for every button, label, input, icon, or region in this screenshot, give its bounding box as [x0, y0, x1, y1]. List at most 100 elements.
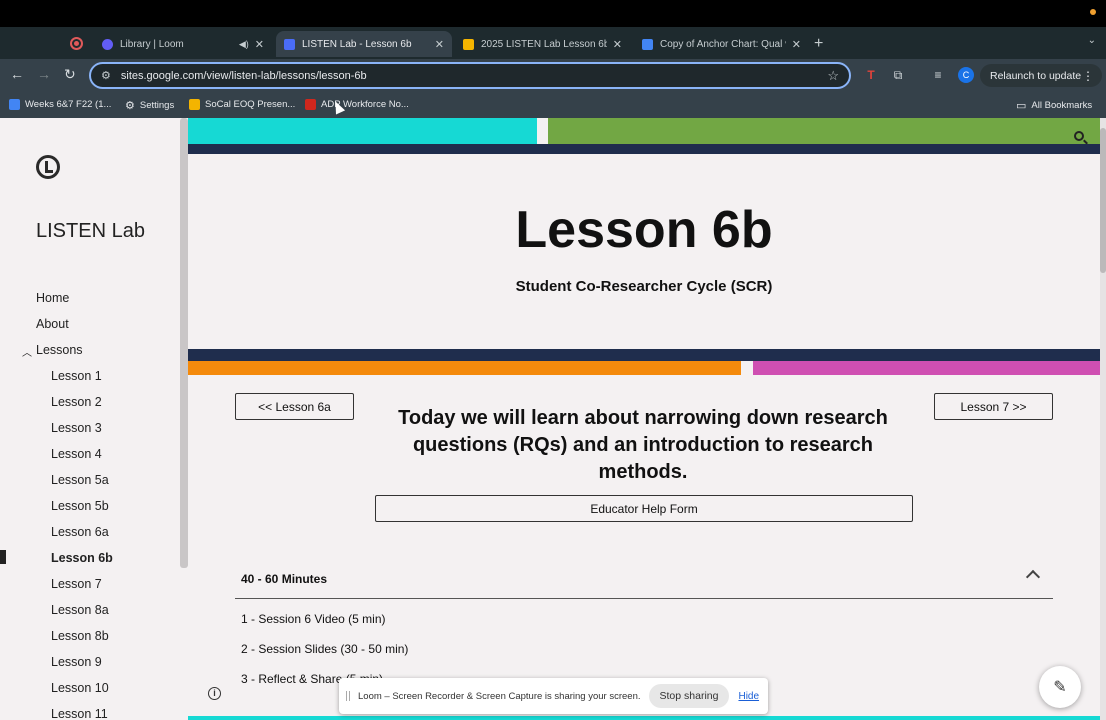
close-tab-icon[interactable]: ✕ [613, 38, 622, 51]
collapse-chevron-icon[interactable]: ︿ [22, 344, 32, 359]
tab-anchor-chart[interactable]: Copy of Anchor Chart: Qual v ✕ [634, 31, 809, 57]
extension-icon[interactable]: T [864, 68, 878, 82]
slides-icon [189, 99, 200, 110]
speaker-icon[interactable]: ◀) [239, 39, 249, 50]
sidebar-item-lesson-8a[interactable]: Lesson 8a [51, 603, 109, 617]
accordion-heading[interactable]: 40 - 60 Minutes [241, 572, 327, 586]
tab-title: 2025 LISTEN Lab Lesson 6b [481, 38, 607, 50]
bookmarks-bar: Weeks 6&7 F22 (1... ⚙ Settings SoCal EOQ… [0, 93, 1106, 118]
sidebar-item-lesson-7[interactable]: Lesson 7 [51, 577, 102, 591]
bookmark-socal[interactable]: SoCal EOQ Presen... [189, 99, 295, 110]
close-tab-icon[interactable]: ✕ [792, 38, 801, 51]
gear-icon: ⚙ [125, 100, 135, 112]
sidebar-item-lesson-3[interactable]: Lesson 3 [51, 421, 102, 435]
search-icon[interactable] [1074, 131, 1084, 141]
sidebar-item-home[interactable]: Home [36, 291, 69, 305]
page-title: Lesson 6b [515, 201, 773, 259]
all-bookmarks-label: All Bookmarks [1031, 100, 1093, 111]
divider-band-navy [188, 349, 1100, 361]
all-bookmarks[interactable]: ▭ All Bookmarks [1016, 99, 1092, 112]
url-text[interactable]: sites.google.com/view/listen-lab/lessons… [121, 70, 367, 82]
header-band-green [548, 118, 1100, 144]
hide-link[interactable]: Hide [738, 691, 759, 702]
educator-help-form-button[interactable]: Educator Help Form [375, 495, 913, 522]
info-icon[interactable]: i [208, 687, 221, 700]
sidebar-item-lesson-2[interactable]: Lesson 2 [51, 395, 102, 409]
more-menu-icon[interactable]: ⋮ [1082, 69, 1094, 83]
google-sites-icon [284, 38, 295, 50]
sidebar-item-about[interactable]: About [36, 317, 69, 331]
docs-icon [9, 99, 20, 110]
google-slides-icon [463, 38, 474, 50]
accordion-divider [235, 598, 1053, 599]
chevron-up-icon[interactable] [1025, 569, 1041, 585]
page-scrollbar[interactable] [1100, 118, 1106, 720]
lesson-intro-text: Today we will learn about narrowing down… [398, 407, 888, 483]
browser-toolbar: ← → ↻ ⚙ sites.google.com/view/listen-lab… [0, 59, 1106, 93]
stop-sharing-button[interactable]: Stop sharing [648, 684, 730, 708]
extensions-puzzle-icon[interactable]: ⧉ [891, 68, 905, 82]
bookmark-label: SoCal EOQ Presen... [205, 99, 296, 110]
sidebar-item-lesson-6b[interactable]: Lesson 6b [51, 551, 113, 565]
edit-pencil-icon[interactable]: ✎ [1039, 666, 1081, 708]
tab-title: Copy of Anchor Chart: Qual v [660, 38, 786, 50]
bookmark-star-icon[interactable]: ☆ [827, 68, 839, 84]
recording-indicator-dot [1090, 9, 1096, 15]
sidebar-item-lesson-5b[interactable]: Lesson 5b [51, 499, 109, 513]
bookmark-label: Weeks 6&7 F22 (1... [25, 99, 112, 110]
close-tab-icon[interactable]: ✕ [255, 38, 264, 51]
header-band-teal [188, 118, 537, 144]
share-message: Loom – Screen Recorder & Screen Capture … [358, 690, 641, 702]
sidebar-item-lesson-1[interactable]: Lesson 1 [51, 369, 102, 383]
site-sidebar: LISTEN Lab Home About ︿ Lessons Lesson 1… [0, 118, 188, 720]
sidebar-item-lesson-6a[interactable]: Lesson 6a [51, 525, 109, 539]
web-page: LISTEN Lab Home About ︿ Lessons Lesson 1… [0, 118, 1106, 720]
close-tab-icon[interactable]: ✕ [435, 38, 444, 51]
relaunch-button[interactable]: Relaunch to update ⋮ [980, 64, 1102, 87]
adp-icon [305, 99, 316, 110]
sidebar-item-lesson-9[interactable]: Lesson 9 [51, 655, 102, 669]
macos-menu-bar [0, 0, 1106, 27]
reload-icon[interactable]: ↻ [64, 66, 76, 83]
screen: Library | Loom ◀) ✕ LISTEN Lab - Lesson … [0, 0, 1106, 720]
sidebar-item-lesson-4[interactable]: Lesson 4 [51, 447, 102, 461]
screen-share-notification: Loom – Screen Recorder & Screen Capture … [339, 678, 768, 714]
main-content: Lesson 6b Student Co-Researcher Cycle (S… [188, 118, 1100, 720]
tab-2025-listen-lab[interactable]: 2025 LISTEN Lab Lesson 6b ✕ [455, 31, 630, 57]
bookmark-weeks[interactable]: Weeks 6&7 F22 (1... [9, 99, 111, 110]
tab-title: LISTEN Lab - Lesson 6b [302, 38, 412, 50]
forward-icon[interactable]: → [37, 66, 51, 82]
sidebar-item-lesson-5a[interactable]: Lesson 5a [51, 473, 109, 487]
tab-library-loom[interactable]: Library | Loom ◀) ✕ [94, 31, 272, 57]
folder-icon: ▭ [1016, 100, 1027, 112]
sidebar-item-lesson-10[interactable]: Lesson 10 [51, 681, 109, 695]
site-info-icon[interactable]: ⚙ [101, 69, 111, 82]
media-control-icon[interactable]: ≡ [931, 68, 945, 82]
sidebar-item-lesson-8b[interactable]: Lesson 8b [51, 629, 109, 643]
tab-listen-lab-lesson-6b[interactable]: LISTEN Lab - Lesson 6b ✕ [276, 31, 452, 57]
drag-handle-icon[interactable] [346, 691, 350, 701]
bookmark-label: Settings [139, 100, 175, 111]
tab-title: Library | Loom [120, 38, 184, 50]
prev-lesson-button[interactable]: << Lesson 6a [235, 393, 354, 420]
back-icon[interactable]: ← [10, 66, 24, 82]
scrollbar-thumb[interactable] [1100, 128, 1106, 273]
bookmark-settings[interactable]: ⚙ Settings [125, 99, 174, 112]
new-tab-icon[interactable]: + [814, 35, 823, 53]
next-lesson-button[interactable]: Lesson 7 >> [934, 393, 1053, 420]
sidebar-item-lessons[interactable]: Lessons [36, 343, 83, 357]
profile-avatar[interactable]: C [958, 67, 974, 83]
divider-band-orange [188, 361, 741, 375]
address-bar[interactable]: ⚙ sites.google.com/view/listen-lab/lesso… [89, 62, 851, 89]
tab-search-chevron-icon[interactable]: ⌄ [1088, 35, 1096, 46]
bookmark-adp[interactable]: ADP Workforce No... [305, 99, 409, 110]
sidebar-item-lesson-11[interactable]: Lesson 11 [51, 707, 108, 720]
sidebar-scrollbar[interactable] [180, 118, 188, 568]
divider-band-pink [753, 361, 1100, 375]
google-docs-icon [642, 38, 653, 50]
site-name[interactable]: LISTEN Lab [36, 220, 145, 243]
page-subtitle: Student Co-Researcher Cycle (SCR) [515, 278, 773, 295]
browser-tab-strip: Library | Loom ◀) ✕ LISTEN Lab - Lesson … [0, 27, 1106, 59]
record-icon[interactable] [70, 37, 83, 50]
site-logo-icon[interactable] [36, 155, 60, 179]
